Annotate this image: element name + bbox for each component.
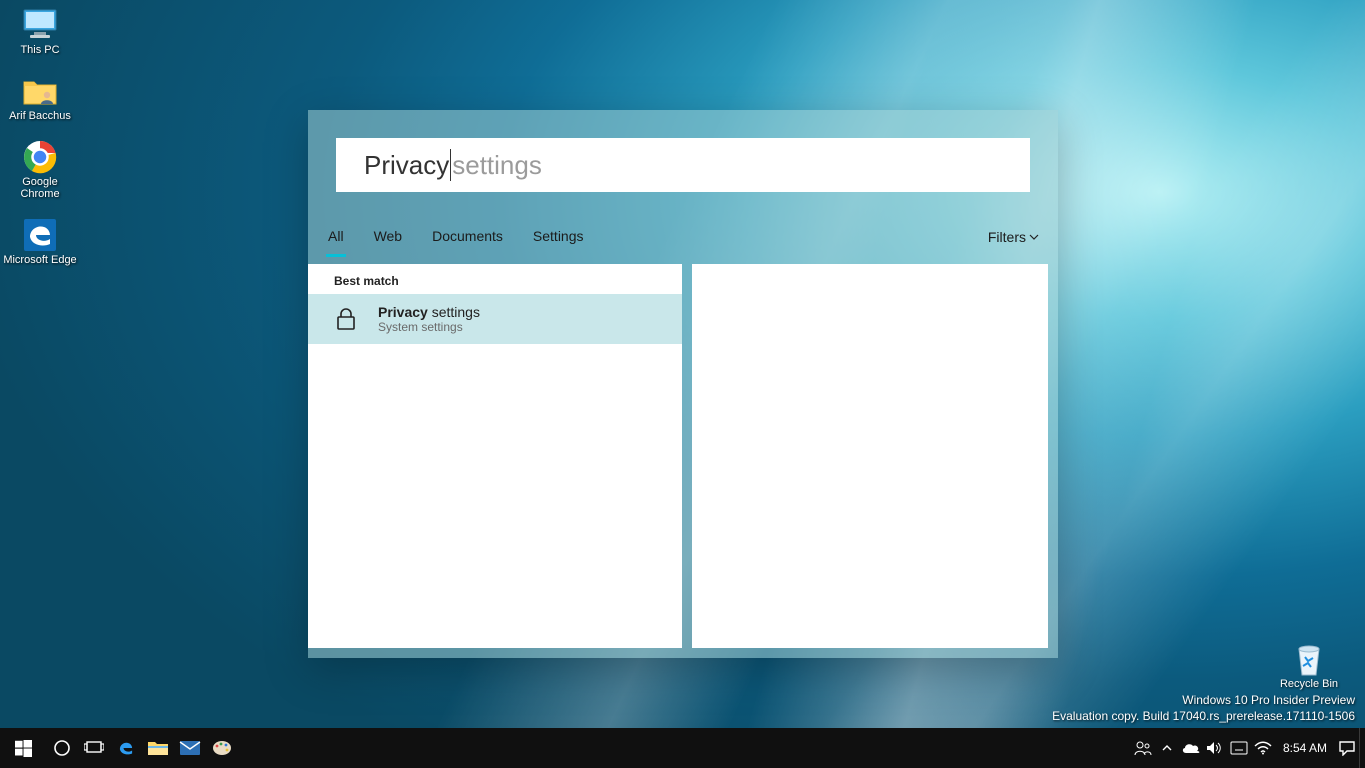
search-typed-text: Privacy: [364, 150, 449, 181]
cortana-button[interactable]: [46, 728, 78, 768]
chrome-icon: [20, 140, 60, 174]
desktop-icons-column: This PC Arif Bacchus Google Chr: [0, 8, 80, 266]
desktop-icon-chrome[interactable]: Google Chrome: [2, 140, 78, 200]
people-icon: [1134, 740, 1152, 756]
search-results-left-pane: Best match Privacy settings System setti…: [308, 264, 682, 648]
chevron-down-icon: [1028, 231, 1040, 243]
recycle-bin-icon: [1289, 642, 1329, 676]
desktop-icon-recycle-bin[interactable]: Recycle Bin: [1271, 642, 1347, 690]
taskbar-app-file-explorer[interactable]: [142, 728, 174, 768]
search-results-row: Best match Privacy settings System setti…: [308, 264, 1058, 658]
cloud-icon: [1181, 741, 1201, 755]
palette-icon: [211, 739, 233, 757]
watermark-line2: Evaluation copy. Build 17040.rs_prerelea…: [1052, 708, 1355, 724]
windows-logo-icon: [15, 740, 32, 757]
task-view-icon: [84, 740, 104, 756]
task-view-button[interactable]: [78, 728, 110, 768]
best-match-header: Best match: [308, 264, 682, 294]
folder-icon: [147, 739, 169, 757]
search-category-tabs: All Web Documents Settings Filters: [308, 220, 1058, 264]
search-result-subtitle: System settings: [378, 320, 480, 334]
speaker-icon: [1206, 740, 1224, 756]
tab-all[interactable]: All: [326, 228, 346, 257]
search-result-texts: Privacy settings System settings: [378, 304, 480, 334]
show-desktop-button[interactable]: [1359, 728, 1365, 768]
text-caret: [450, 149, 451, 181]
windows-watermark: Windows 10 Pro Insider Preview Evaluatio…: [1052, 692, 1355, 724]
filters-label: Filters: [988, 229, 1026, 245]
action-center-icon: [1338, 740, 1356, 756]
desktop-icon-label: Google Chrome: [2, 176, 78, 200]
edge-icon: [20, 218, 60, 252]
desktop-icon-this-pc[interactable]: This PC: [2, 8, 78, 56]
keyboard-icon: [1230, 741, 1248, 755]
taskbar-app-mail[interactable]: [174, 728, 206, 768]
tab-settings[interactable]: Settings: [531, 228, 586, 256]
tray-people[interactable]: [1131, 728, 1155, 768]
filters-button[interactable]: Filters: [988, 229, 1040, 255]
tray-onedrive[interactable]: [1179, 728, 1203, 768]
search-panel: Privacy settings All Web Documents Setti…: [308, 110, 1058, 658]
mail-icon: [179, 740, 201, 756]
watermark-line1: Windows 10 Pro Insider Preview: [1052, 692, 1355, 708]
this-pc-icon: [20, 8, 60, 42]
tab-documents[interactable]: Documents: [430, 228, 505, 256]
desktop-icon-label: Microsoft Edge: [3, 254, 76, 266]
taskbar-app-edge[interactable]: [110, 728, 142, 768]
action-center-button[interactable]: [1335, 728, 1359, 768]
desktop-icon-label: Arif Bacchus: [9, 110, 71, 122]
cortana-circle-icon: [53, 739, 71, 757]
desktop-icon-label: This PC: [20, 44, 59, 56]
tray-volume[interactable]: [1203, 728, 1227, 768]
tray-show-hidden[interactable]: [1155, 728, 1179, 768]
tab-web[interactable]: Web: [372, 228, 405, 256]
desktop-icon-edge[interactable]: Microsoft Edge: [2, 218, 78, 266]
taskbar-right: 8:54 AM: [1131, 728, 1365, 768]
chevron-up-icon: [1161, 742, 1173, 754]
result-title-rest: settings: [428, 304, 480, 320]
start-button[interactable]: [0, 728, 46, 768]
wifi-icon: [1254, 741, 1272, 755]
taskbar-app-paint[interactable]: [206, 728, 238, 768]
taskbar: 8:54 AM: [0, 728, 1365, 768]
search-result-title: Privacy settings: [378, 304, 480, 320]
desktop-icon-user-folder[interactable]: Arif Bacchus: [2, 74, 78, 122]
lock-icon: [332, 305, 360, 333]
search-suggestion-text: settings: [452, 150, 542, 181]
taskbar-clock[interactable]: 8:54 AM: [1275, 741, 1335, 755]
search-input[interactable]: Privacy settings: [336, 138, 1030, 192]
search-results-right-pane: [692, 264, 1048, 648]
desktop-icon-label: Recycle Bin: [1280, 678, 1338, 690]
user-folder-icon: [20, 74, 60, 108]
result-title-bold: Privacy: [378, 304, 428, 320]
tray-network[interactable]: [1251, 728, 1275, 768]
search-result-privacy-settings[interactable]: Privacy settings System settings: [308, 294, 682, 344]
tray-input-indicator[interactable]: [1227, 728, 1251, 768]
taskbar-left: [0, 728, 238, 768]
search-field-wrap: Privacy settings: [308, 110, 1058, 220]
edge-icon: [115, 737, 137, 759]
